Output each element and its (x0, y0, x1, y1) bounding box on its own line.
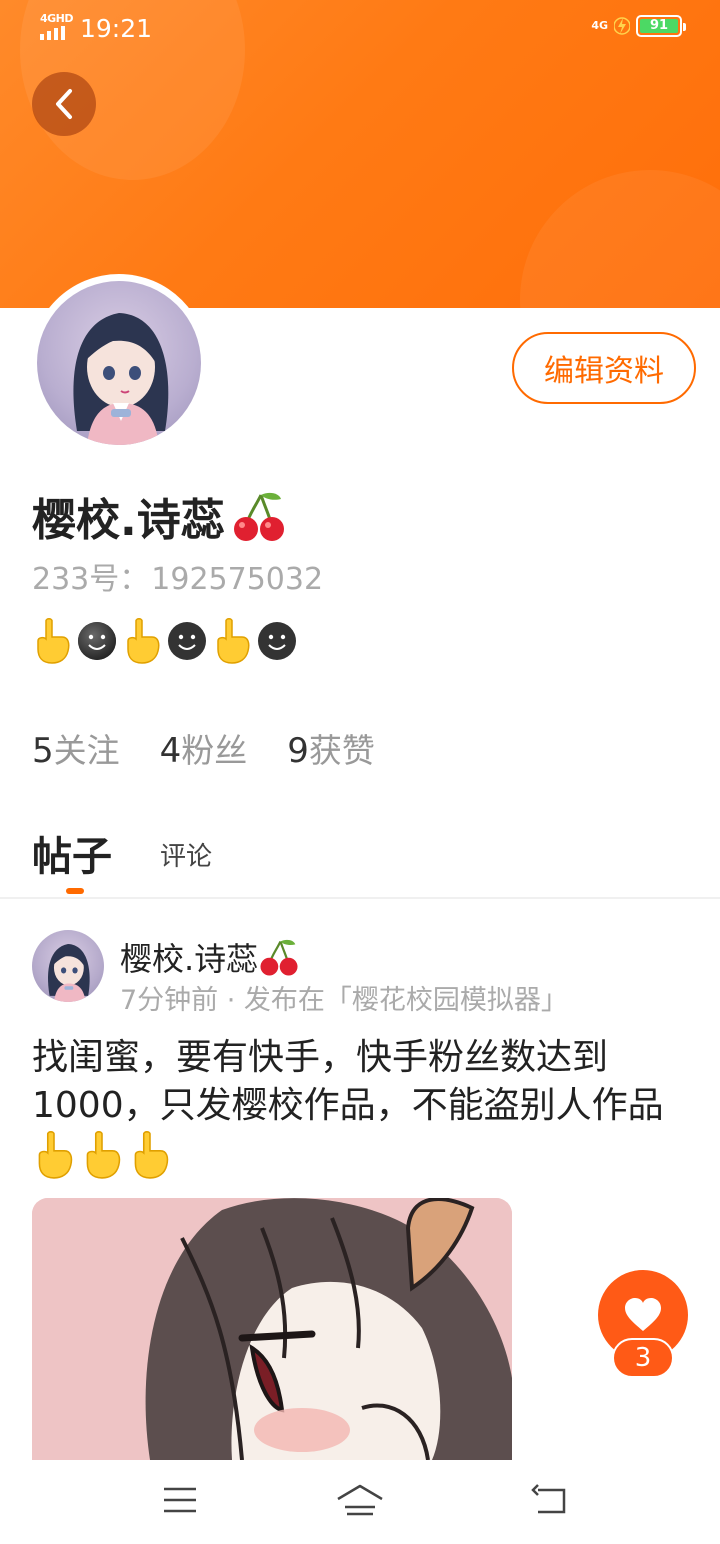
pointing-up-icon (134, 1131, 169, 1179)
profile-avatar[interactable] (30, 274, 208, 452)
pointing-up-icon (127, 618, 160, 664)
status-bar: 4GHD 19:21 4G 91 (0, 0, 720, 58)
network-type-label: 4GHD (40, 12, 74, 25)
tab-comments[interactable]: 评论 (160, 836, 212, 873)
cherry-icon (233, 492, 284, 541)
network-type-label: 4G (591, 19, 608, 32)
like-count-badge: 3 (612, 1338, 674, 1378)
banner-decoration (520, 170, 720, 308)
profile-bio (32, 617, 298, 665)
edit-profile-button[interactable]: 编辑资料 (512, 332, 696, 404)
tab-posts[interactable]: 帖子 (32, 824, 112, 882)
heart-icon (625, 1298, 661, 1331)
anime-artwork-image (32, 1198, 512, 1460)
fans-stat[interactable]: 4 粉丝 (160, 724, 248, 772)
back-icon (531, 1484, 566, 1514)
following-stat[interactable]: 5 关注 (32, 724, 120, 772)
fans-label: 粉丝 (181, 731, 248, 770)
likes-stat[interactable]: 9 获赞 (287, 724, 375, 772)
post-body[interactable]: 找闺蜜，要有快手，快手粉丝数达到1000，只发樱校作品，不能盗别人作品 (32, 1034, 692, 1185)
pointing-up-icon (38, 1131, 73, 1179)
battery-level: 91 (640, 19, 678, 33)
cherry-icon (260, 939, 298, 976)
charging-icon (614, 17, 630, 35)
profile-stats: 5 关注 4 粉丝 9 获赞 (32, 724, 375, 772)
system-nav-bar (0, 1460, 720, 1544)
divider (0, 897, 720, 899)
profile-name: 樱校.诗蕊 (32, 495, 225, 546)
pointing-up-icon (86, 1131, 121, 1179)
post-author-name: 樱校.诗蕊 (120, 940, 259, 978)
back-button[interactable] (32, 72, 96, 136)
post-author-avatar[interactable] (32, 930, 104, 1002)
post-author-row[interactable]: 樱校.诗蕊 (120, 934, 300, 980)
anime-girl-avatar-icon (73, 313, 169, 445)
system-back-button[interactable] (525, 1480, 575, 1520)
active-tab-indicator (66, 888, 84, 894)
menu-icon (164, 1487, 196, 1513)
battery-icon: 91 (636, 15, 686, 37)
following-count: 5 (32, 731, 54, 771)
likes-count: 9 (287, 731, 309, 771)
status-right-group: 4G 91 (591, 15, 686, 37)
user-id-label: 233号： (32, 562, 150, 597)
fans-count: 4 (159, 731, 182, 771)
likes-label: 获赞 (308, 731, 375, 770)
profile-name-row: 樱校.诗蕊 (32, 484, 287, 548)
post-text: 找闺蜜，要有快手，快手粉丝数达到1000，只发樱校作品，不能盗别人作品 (32, 1037, 664, 1126)
home-button[interactable] (335, 1480, 385, 1520)
pointing-up-icon (37, 618, 70, 664)
smile-face-icon (78, 622, 116, 660)
home-icon (337, 1484, 383, 1516)
status-time: 19:21 (80, 14, 153, 43)
smile-face-icon (258, 622, 296, 660)
chevron-left-icon (56, 89, 72, 119)
signal-bars (40, 26, 65, 40)
profile-tabs: 帖子 评论 (32, 820, 688, 898)
following-label: 关注 (53, 731, 120, 770)
pointing-up-icon (217, 618, 250, 664)
post-image[interactable] (32, 1198, 512, 1460)
menu-button[interactable] (155, 1480, 205, 1520)
profile-page: 4GHD 19:21 4G 91 编辑资料 樱校.诗蕊 233号：1925750… (0, 0, 720, 1544)
cellular-signal-icon: 4GHD (40, 12, 74, 40)
anime-girl-avatar-icon (47, 944, 90, 1002)
user-id-value: 192575032 (151, 562, 324, 597)
post-meta: 7分钟前 · 发布在「樱花校园模拟器」 (120, 985, 568, 1016)
user-id: 233号：192575032 (32, 554, 323, 598)
smile-face-icon (168, 622, 206, 660)
avatar-image (37, 281, 201, 445)
